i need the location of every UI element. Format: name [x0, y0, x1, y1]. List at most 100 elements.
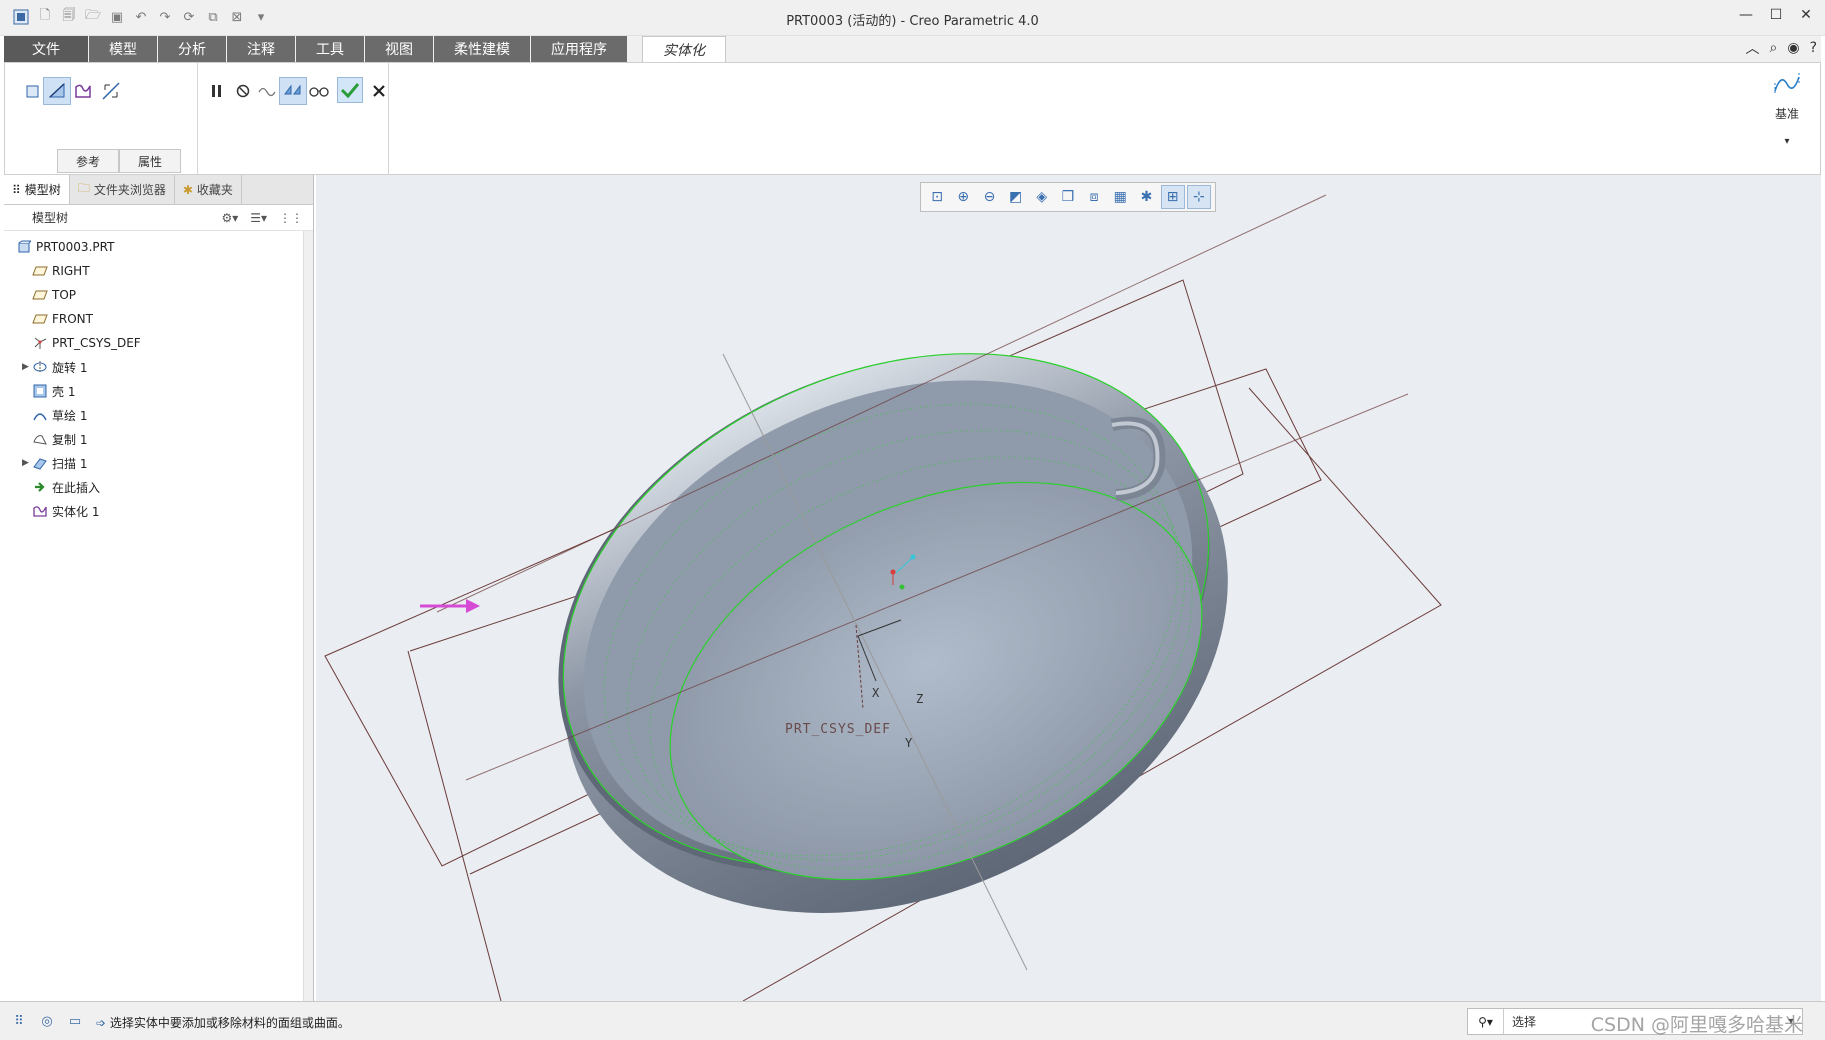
pan-model[interactable]	[476, 255, 1315, 1001]
expand-arrow-icon[interactable]: ▶	[22, 458, 29, 468]
find-icon[interactable]: ⚲▾	[1468, 1009, 1504, 1034]
tree-item[interactable]: ▶ 旋转 1	[4, 355, 313, 379]
tab-model-tree[interactable]: ⠿ 模型树	[4, 175, 70, 204]
collapse-ribbon-icon[interactable]: ︿	[1746, 38, 1760, 58]
graphics-window[interactable]: X Z Y PRT_CSYS_DEF ⊡ ⊕ ⊖ ◩ ◈ ❒ ⧈ ▦ ✱ ⊞ ⊹	[316, 175, 1821, 1001]
tree-item[interactable]: FRONT	[4, 307, 313, 331]
tree-item[interactable]: TOP	[4, 283, 313, 307]
status-bar: ⠿ ◎ ▭ ➩ 选择实体中要添加或移除材料的面组或曲面。 ⚲▾ 选择 ▾ CSD…	[0, 1001, 1825, 1040]
tree-display-icon[interactable]: ☰▾	[250, 211, 267, 225]
insert-arrow-icon	[32, 480, 48, 494]
flip-direction-icon[interactable]	[97, 77, 125, 105]
tab-tools[interactable]: 工具	[296, 36, 365, 62]
status-message-text: 选择实体中要添加或移除材料的面组或曲面。	[109, 1016, 350, 1030]
display-style-icon[interactable]: ❒	[1056, 185, 1080, 209]
browser-toggle-icon[interactable]: ◎	[38, 1012, 56, 1030]
saved-orientations-icon[interactable]: ⧈	[1082, 185, 1106, 209]
tree-item-label: 草绘 1	[52, 408, 88, 423]
fullscreen-icon[interactable]: ▭	[66, 1012, 84, 1030]
model-tree: PRT0003.PRT RIGHT TOP FRONT PRT_CSYS_DEF ▶ 旋转 …	[4, 231, 313, 523]
datum-curve-icon[interactable]	[1762, 69, 1812, 99]
help-icon[interactable]: ?	[1810, 40, 1817, 56]
verify-preview-icon[interactable]	[305, 77, 333, 105]
tree-filter-icon[interactable]: ⋮⋮	[279, 211, 303, 225]
tab-flexible-modeling[interactable]: 柔性建模	[434, 36, 531, 62]
replace-surface-icon[interactable]	[69, 77, 97, 105]
minimize-button[interactable]: —	[1737, 7, 1755, 25]
status-icons: ⠿ ◎ ▭	[10, 1012, 84, 1030]
tree-item[interactable]: 壳 1	[4, 379, 313, 403]
window-controls: — ☐ ✕	[1737, 7, 1815, 25]
datum-plane-icon	[32, 288, 48, 302]
tree-item-label: 壳 1	[52, 384, 76, 399]
navigator-toggle-icon[interactable]: ⠿	[10, 1012, 28, 1030]
properties-tab[interactable]: 属性	[119, 149, 181, 173]
tab-solidify[interactable]: 实体化	[642, 36, 726, 62]
close-button[interactable]: ✕	[1797, 7, 1815, 25]
zoom-in-icon[interactable]: ⊕	[951, 185, 975, 209]
tree-item-label: RIGHT	[52, 264, 90, 278]
tab-annotate[interactable]: 注释	[227, 36, 296, 62]
navigator-scrollbar[interactable]	[303, 231, 313, 1001]
tree-item[interactable]: ▶ 扫描 1	[4, 451, 313, 475]
tree-item[interactable]: RIGHT	[4, 259, 313, 283]
annotation-display-icon[interactable]: ✱	[1134, 185, 1158, 209]
tab-applications[interactable]: 应用程序	[531, 36, 628, 62]
datum-plane-icon	[32, 312, 48, 326]
search-icon[interactable]: ⌕	[1770, 40, 1778, 56]
reorient-icon[interactable]: ◈	[1030, 185, 1054, 209]
tree-item[interactable]: 草绘 1	[4, 403, 313, 427]
sweep-icon	[32, 456, 48, 470]
tree-item-label: 旋转 1	[52, 360, 88, 375]
tab-model[interactable]: 模型	[89, 36, 158, 62]
favorites-icon: ✱	[182, 182, 193, 197]
spin-center-icon[interactable]: ⊹	[1186, 185, 1212, 209]
remove-material-icon[interactable]	[43, 77, 71, 105]
selection-filter[interactable]: ⚲▾ 选择 ▾	[1467, 1008, 1803, 1035]
tree-item-label: 扫描 1	[52, 456, 88, 471]
csys-axis-x: X	[872, 686, 880, 700]
tree-item[interactable]: 复制 1	[4, 427, 313, 451]
csys-axis-z: Z	[916, 692, 923, 706]
tree-item[interactable]: 实体化 1	[4, 499, 313, 523]
model-tree-header: 模型树 ⚙▾ ☰▾ ⋮⋮	[4, 205, 313, 231]
tab-file[interactable]: 文件	[4, 36, 89, 62]
datum-display-icon[interactable]: ⊞	[1160, 185, 1185, 209]
tree-item[interactable]: 在此插入	[4, 475, 313, 499]
refit-icon[interactable]: ⊡	[925, 185, 949, 209]
tree-item-label: 实体化 1	[52, 504, 100, 519]
filter-dropdown-icon[interactable]: ▾	[1780, 1016, 1802, 1027]
tree-item-label: PRT_CSYS_DEF	[52, 336, 141, 350]
datum-plane-icon	[32, 264, 48, 278]
window-title: PRT0003 (活动的) - Creo Parametric 4.0	[786, 14, 1039, 29]
tab-folder-browser[interactable]: 🗀 文件夹浏览器	[70, 175, 175, 204]
tree-item-label: 复制 1	[52, 432, 88, 447]
tab-view[interactable]: 视图	[365, 36, 434, 62]
tab-analysis[interactable]: 分析	[158, 36, 227, 62]
tree-settings-icon[interactable]: ⚙▾	[221, 211, 238, 225]
repaint-icon[interactable]: ◩	[1004, 185, 1028, 209]
attached-preview-icon[interactable]	[279, 77, 307, 105]
solidify-dashboard: 参考 属性 基准 ▾	[4, 62, 1821, 175]
tab-favorites[interactable]: ✱ 收藏夹	[175, 175, 242, 204]
navigator-tabs: ⠿ 模型树 🗀 文件夹浏览器 ✱ 收藏夹	[4, 175, 313, 205]
tree-item[interactable]: PRT0003.PRT	[4, 235, 313, 259]
graphics-toolbar: ⊡ ⊕ ⊖ ◩ ◈ ❒ ⧈ ▦ ✱ ⊞ ⊹	[920, 182, 1216, 212]
maximize-button[interactable]: ☐	[1767, 7, 1785, 25]
account-icon[interactable]: ◉	[1787, 40, 1799, 56]
view-manager-icon[interactable]: ▦	[1108, 185, 1132, 209]
expand-arrow-icon[interactable]: ▶	[22, 362, 29, 372]
separate-preview-icon[interactable]	[253, 77, 281, 105]
zoom-out-icon[interactable]: ⊖	[977, 185, 1001, 209]
datum-dropdown-icon[interactable]: ▾	[1762, 136, 1812, 147]
model-viewport[interactable]: X Z Y	[316, 175, 1821, 1001]
references-tab[interactable]: 参考	[57, 149, 119, 173]
confirm-button[interactable]	[337, 77, 363, 103]
tree-item-label: 在此插入	[52, 480, 101, 495]
csys-axis-y: Y	[905, 736, 913, 750]
tree-item[interactable]: PRT_CSYS_DEF	[4, 331, 313, 355]
shell-icon	[32, 384, 48, 398]
message-arrow-icon: ➩	[96, 1016, 107, 1030]
cancel-button[interactable]	[365, 77, 393, 105]
pause-icon[interactable]	[203, 77, 231, 105]
